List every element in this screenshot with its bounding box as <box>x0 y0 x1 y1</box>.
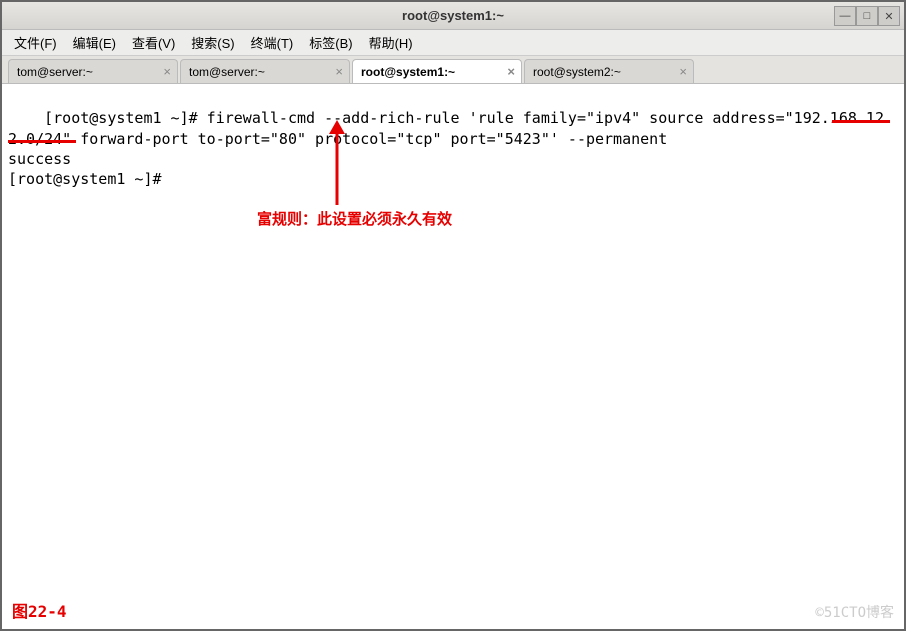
tab-label: root@system1:~ <box>361 65 455 79</box>
terminal-area[interactable]: [root@system1 ~]# firewall-cmd --add-ric… <box>2 84 904 629</box>
tab-root-system1[interactable]: root@system1:~ × <box>352 59 522 83</box>
tabbar: tom@server:~ × tom@server:~ × root@syste… <box>2 56 904 84</box>
tab-tom-server-1[interactable]: tom@server:~ × <box>8 59 178 83</box>
close-button[interactable]: ✕ <box>878 6 900 26</box>
annotation-underline-manent <box>8 140 76 143</box>
maximize-button[interactable]: □ <box>856 6 878 26</box>
tab-root-system2[interactable]: root@system2:~ × <box>524 59 694 83</box>
menubar: 文件(F) 编辑(E) 查看(V) 搜索(S) 终端(T) 标签(B) 帮助(H… <box>2 30 904 56</box>
titlebar: root@system1:~ — □ ✕ <box>2 2 904 30</box>
menu-view[interactable]: 查看(V) <box>126 30 181 55</box>
watermark: ©51CTO博客 <box>815 604 894 623</box>
close-icon[interactable]: × <box>335 64 343 79</box>
tab-tom-server-2[interactable]: tom@server:~ × <box>180 59 350 83</box>
menu-tabs[interactable]: 标签(B) <box>303 30 358 55</box>
menu-help[interactable]: 帮助(H) <box>363 30 419 55</box>
tab-label: tom@server:~ <box>189 65 265 79</box>
menu-file[interactable]: 文件(F) <box>8 30 63 55</box>
tab-label: root@system2:~ <box>533 65 621 79</box>
close-icon[interactable]: × <box>507 64 515 79</box>
tab-label: tom@server:~ <box>17 65 93 79</box>
annotation-arrow-icon <box>322 120 352 210</box>
minimize-button[interactable]: — <box>834 6 856 26</box>
terminal-content: [root@system1 ~]# firewall-cmd --add-ric… <box>8 109 884 188</box>
menu-search[interactable]: 搜索(S) <box>185 30 240 55</box>
figure-label: 图22-4 <box>12 601 67 623</box>
menu-terminal[interactable]: 终端(T) <box>245 30 300 55</box>
annotation-underline-permanent <box>832 120 890 123</box>
menu-edit[interactable]: 编辑(E) <box>67 30 122 55</box>
annotation-text: 富规则：此设置必须永久有效 <box>257 210 452 230</box>
close-icon[interactable]: × <box>163 64 171 79</box>
close-icon[interactable]: × <box>679 64 687 79</box>
window-controls: — □ ✕ <box>834 6 900 26</box>
window-title: root@system1:~ <box>402 8 504 23</box>
